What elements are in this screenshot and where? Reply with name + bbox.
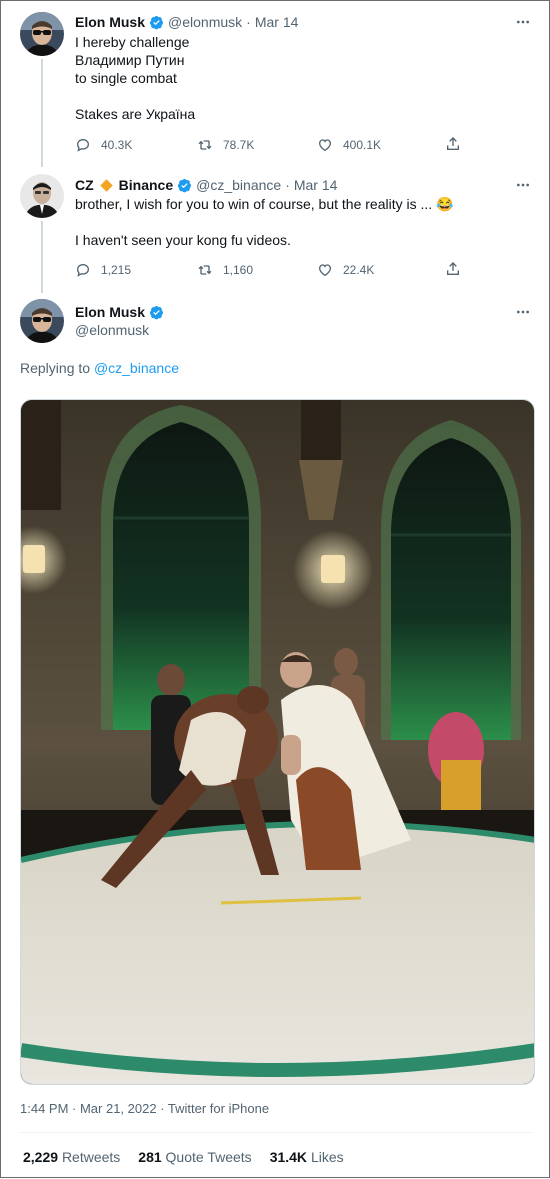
like-icon bbox=[318, 139, 332, 152]
retweet-count: 78.7K bbox=[223, 138, 255, 152]
binance-diamond-icon bbox=[99, 178, 113, 192]
replying-prefix: Replying to bbox=[20, 360, 91, 376]
reply-icon bbox=[76, 263, 90, 277]
avatar[interactable] bbox=[20, 299, 64, 343]
display-name-suffix[interactable]: Binance bbox=[119, 176, 173, 194]
tweet-actions: 1,215 1,160 22.4K bbox=[75, 261, 475, 279]
retweet-count: 1,160 bbox=[223, 263, 254, 277]
divider bbox=[20, 1132, 533, 1133]
quote-tweets-stat[interactable]: 281 Quote Tweets bbox=[138, 1149, 251, 1165]
retweets-stat[interactable]: 2,229 Retweets bbox=[23, 1149, 120, 1165]
display-name[interactable]: CZ bbox=[75, 176, 94, 194]
verified-badge-icon bbox=[178, 178, 192, 192]
separator-dot: · bbox=[285, 177, 290, 193]
stat-label: Likes bbox=[310, 1149, 344, 1165]
tweet-header: Elon Musk bbox=[75, 303, 168, 321]
stat-label: Quote Tweets bbox=[165, 1149, 252, 1165]
tweet-photo[interactable] bbox=[20, 399, 535, 1085]
likes-stat[interactable]: 31.4K Likes bbox=[270, 1149, 344, 1165]
avatar[interactable] bbox=[20, 12, 64, 56]
share-button[interactable] bbox=[445, 261, 461, 280]
replying-to: Replying to @cz_binance bbox=[20, 360, 179, 376]
reply-count: 1,215 bbox=[101, 263, 132, 277]
tweet-header: Elon Musk @elonmusk · Mar 14 bbox=[75, 13, 298, 31]
tweet-stats: 2,229 Retweets 281 Quote Tweets 31.4K Li… bbox=[23, 1149, 362, 1165]
tweet-cz-reply[interactable]: CZ Binance @cz_binance · Mar 14 brother,… bbox=[1, 167, 549, 293]
tweet-handle-row: @elonmusk bbox=[75, 321, 149, 339]
display-name[interactable]: Elon Musk bbox=[75, 303, 145, 321]
share-icon bbox=[447, 137, 459, 150]
more-options-icon[interactable] bbox=[515, 177, 531, 193]
like-button[interactable]: 400.1K bbox=[317, 136, 381, 154]
reply-count: 40.3K bbox=[101, 138, 133, 152]
retweet-icon bbox=[198, 265, 212, 275]
stat-label: Retweets bbox=[61, 1149, 121, 1165]
tweet-date[interactable]: Mar 14 bbox=[255, 13, 299, 31]
stat-value: 31.4K bbox=[269, 1149, 308, 1165]
tweet-text: I hereby challenge Владимир Путин to sin… bbox=[75, 34, 196, 122]
share-button[interactable] bbox=[445, 136, 461, 155]
retweet-button[interactable]: 1,160 bbox=[197, 261, 253, 279]
tweet-header: CZ Binance @cz_binance · Mar 14 bbox=[75, 176, 337, 194]
user-handle[interactable]: @elonmusk bbox=[75, 321, 149, 339]
display-name[interactable]: Elon Musk bbox=[75, 13, 145, 31]
user-handle[interactable]: @cz_binance bbox=[196, 176, 281, 194]
more-options-icon[interactable] bbox=[515, 14, 531, 30]
tweet-text: brother, I wish for you to win of course… bbox=[75, 196, 454, 248]
retweet-icon bbox=[198, 140, 212, 150]
tweet-thread-frame: Elon Musk @elonmusk · Mar 14 I hereby ch… bbox=[0, 0, 550, 1178]
share-icon bbox=[447, 262, 459, 275]
tweet-date[interactable]: Mar 14 bbox=[294, 176, 338, 194]
reply-icon bbox=[76, 138, 90, 152]
like-button[interactable]: 22.4K bbox=[317, 261, 374, 279]
like-count: 22.4K bbox=[343, 263, 375, 277]
tweet-timestamp[interactable]: 1:44 PM · Mar 21, 2022 · Twitter for iPh… bbox=[20, 1101, 269, 1116]
tweet-elon-challenge[interactable]: Elon Musk @elonmusk · Mar 14 I hereby ch… bbox=[1, 1, 549, 161]
replying-handle-link[interactable]: @cz_binance bbox=[94, 360, 179, 376]
user-handle[interactable]: @elonmusk bbox=[168, 13, 242, 31]
verified-badge-icon bbox=[149, 305, 164, 319]
reply-button[interactable]: 1,215 bbox=[75, 261, 131, 279]
reply-button[interactable]: 40.3K bbox=[75, 136, 132, 154]
avatar[interactable] bbox=[20, 174, 64, 218]
verified-badge-icon bbox=[149, 15, 164, 29]
retweet-button[interactable]: 78.7K bbox=[197, 136, 254, 154]
stat-value: 281 bbox=[138, 1149, 162, 1165]
like-count: 400.1K bbox=[343, 138, 382, 152]
more-options-icon[interactable] bbox=[515, 304, 531, 320]
tweet-actions: 40.3K 78.7K 400.1K bbox=[75, 136, 475, 154]
stat-value: 2,229 bbox=[23, 1149, 59, 1165]
separator-dot: · bbox=[246, 14, 251, 30]
like-icon bbox=[318, 264, 332, 277]
sumo-match-photo bbox=[21, 400, 534, 1084]
